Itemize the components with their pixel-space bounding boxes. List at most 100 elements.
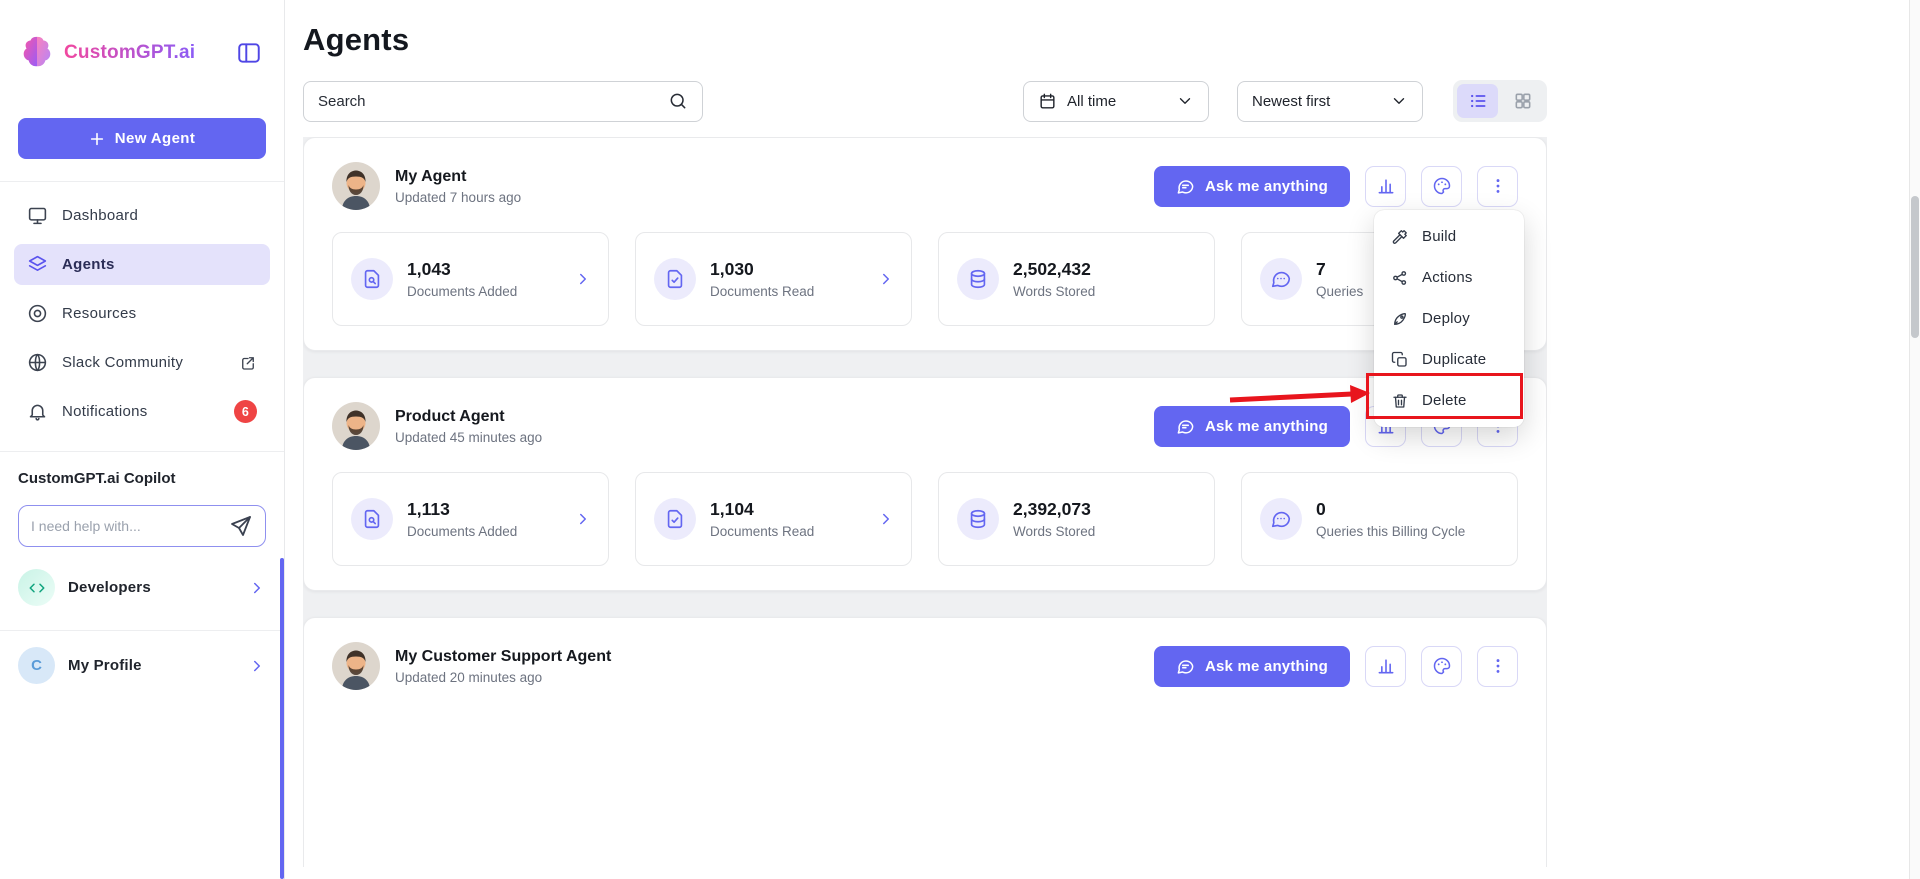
- chevron-down-icon: [1176, 92, 1194, 110]
- toolbar: All time Newest first: [303, 80, 1547, 122]
- sort-value: Newest first: [1252, 92, 1331, 110]
- document-check-icon: [654, 498, 696, 540]
- sort-dropdown[interactable]: Newest first: [1237, 80, 1423, 122]
- brand-name: CustomGPT.ai: [64, 42, 196, 63]
- profile-avatar: C: [18, 647, 55, 684]
- stat-value: 1,104: [710, 499, 754, 519]
- sidebar-divider: [0, 630, 284, 631]
- sidebar-item-resources[interactable]: Resources: [14, 293, 270, 334]
- stat-documents-read[interactable]: 1,104 Documents Read: [635, 472, 912, 566]
- sidebar-item-dashboard[interactable]: Dashboard: [14, 195, 270, 236]
- agent-card: Product Agent Updated 45 minutes ago Ask…: [303, 377, 1547, 591]
- external-link-icon: [239, 354, 257, 372]
- search-icon[interactable]: [668, 91, 688, 111]
- sidebar-item-slack-community[interactable]: Slack Community: [14, 342, 270, 383]
- main-content: Agents All time: [285, 0, 1920, 879]
- chevron-right-icon: [248, 657, 266, 675]
- menu-item-label: Deploy: [1422, 310, 1470, 327]
- time-filter-value: All time: [1067, 92, 1117, 110]
- dashboard-icon: [27, 205, 48, 226]
- stat-label: Documents Added: [407, 284, 518, 299]
- grid-view-icon[interactable]: [1502, 84, 1543, 118]
- time-filter-dropdown[interactable]: All time: [1023, 80, 1209, 122]
- ask-me-anything-button[interactable]: Ask me anything: [1153, 645, 1350, 687]
- database-icon: [957, 258, 999, 300]
- list-view-icon[interactable]: [1457, 84, 1498, 118]
- stat-queries: 0 Queries this Billing Cycle: [1241, 472, 1518, 566]
- ask-me-anything-button[interactable]: Ask me anything: [1153, 165, 1350, 207]
- sidebar-nav: Dashboard Agents Resources Slack Communi…: [0, 182, 284, 432]
- globe-icon: [27, 352, 48, 373]
- sidebar-item-label: Agents: [62, 256, 115, 273]
- chevron-right-icon: [877, 510, 895, 528]
- stat-documents-added[interactable]: 1,043 Documents Added: [332, 232, 609, 326]
- customize-button[interactable]: [1421, 645, 1462, 687]
- search-box: [303, 80, 703, 122]
- more-options-button[interactable]: [1477, 165, 1518, 207]
- page-scrollbar-thumb[interactable]: [1911, 196, 1919, 338]
- agent-name: Product Agent: [395, 407, 505, 425]
- new-agent-label: New Agent: [114, 130, 196, 147]
- copilot-title: CustomGPT.ai Copilot: [18, 470, 176, 487]
- menu-item-duplicate[interactable]: Duplicate: [1374, 339, 1524, 380]
- agent-avatar: [332, 402, 380, 450]
- palette-icon: [1433, 657, 1450, 675]
- menu-item-label: Actions: [1422, 269, 1473, 286]
- notifications-badge: 6: [234, 400, 257, 423]
- sidebar-collapse-icon[interactable]: [236, 40, 262, 66]
- menu-item-delete[interactable]: Delete: [1374, 380, 1524, 421]
- analytics-button[interactable]: [1365, 165, 1406, 207]
- palette-icon: [1433, 177, 1450, 195]
- bar-chart-icon: [1378, 179, 1393, 194]
- brand-header: CustomGPT.ai: [0, 0, 284, 72]
- profile-label: My Profile: [68, 657, 142, 674]
- sidebar-item-notifications[interactable]: Notifications 6: [14, 391, 270, 432]
- agent-updated: Updated 20 minutes ago: [395, 669, 543, 685]
- analytics-button[interactable]: [1365, 645, 1406, 687]
- chat-icon: [1176, 657, 1195, 676]
- stat-label: Documents Added: [407, 524, 518, 539]
- sidebar-item-label: Slack Community: [62, 354, 184, 371]
- menu-item-label: Duplicate: [1422, 351, 1487, 368]
- menu-item-actions[interactable]: Actions: [1374, 257, 1524, 298]
- copilot-input[interactable]: [31, 518, 229, 534]
- stat-value: 0: [1316, 499, 1326, 519]
- stat-label: Words Stored: [1013, 524, 1096, 539]
- stat-label: Documents Read: [710, 524, 815, 539]
- customize-button[interactable]: [1421, 165, 1462, 207]
- chevron-right-icon: [877, 270, 895, 288]
- search-input[interactable]: [318, 92, 668, 110]
- sidebar-item-label: Resources: [62, 305, 137, 322]
- menu-item-deploy[interactable]: Deploy: [1374, 298, 1524, 339]
- agents-icon: [27, 254, 48, 275]
- plus-icon: [90, 132, 103, 145]
- stat-documents-read[interactable]: 1,030 Documents Read: [635, 232, 912, 326]
- chevron-down-icon: [1390, 92, 1408, 110]
- build-icon: [1392, 229, 1407, 244]
- new-agent-button[interactable]: New Agent: [18, 118, 266, 159]
- stat-value: 1,043: [407, 259, 451, 279]
- view-toggle: [1453, 80, 1547, 122]
- ask-me-anything-button[interactable]: Ask me anything: [1153, 405, 1350, 447]
- document-search-icon: [351, 498, 393, 540]
- sidebar-item-my-profile[interactable]: C My Profile: [18, 647, 266, 684]
- page-title: Agents: [303, 22, 410, 57]
- trash-icon: [1393, 393, 1407, 408]
- sidebar-item-developers[interactable]: Developers: [18, 569, 266, 606]
- agent-name: My Customer Support Agent: [395, 647, 612, 665]
- sidebar-item-agents[interactable]: Agents: [14, 244, 270, 285]
- chevron-right-icon: [574, 510, 592, 528]
- actions-icon: [1393, 270, 1407, 285]
- send-icon[interactable]: [229, 514, 253, 538]
- menu-item-label: Build: [1422, 228, 1457, 245]
- app-window: CustomGPT.ai New Agent Dashboard Agents …: [0, 0, 1920, 879]
- more-options-button[interactable]: [1477, 645, 1518, 687]
- agent-name: My Agent: [395, 167, 467, 185]
- chat-icon: [1176, 417, 1195, 436]
- stat-documents-added[interactable]: 1,113 Documents Added: [332, 472, 609, 566]
- chat-bubble-icon: [1260, 498, 1302, 540]
- database-icon: [957, 498, 999, 540]
- menu-item-build[interactable]: Build: [1374, 216, 1524, 257]
- agent-card: My Customer Support Agent Updated 20 min…: [303, 617, 1547, 867]
- sidebar-scrollbar[interactable]: [280, 558, 284, 879]
